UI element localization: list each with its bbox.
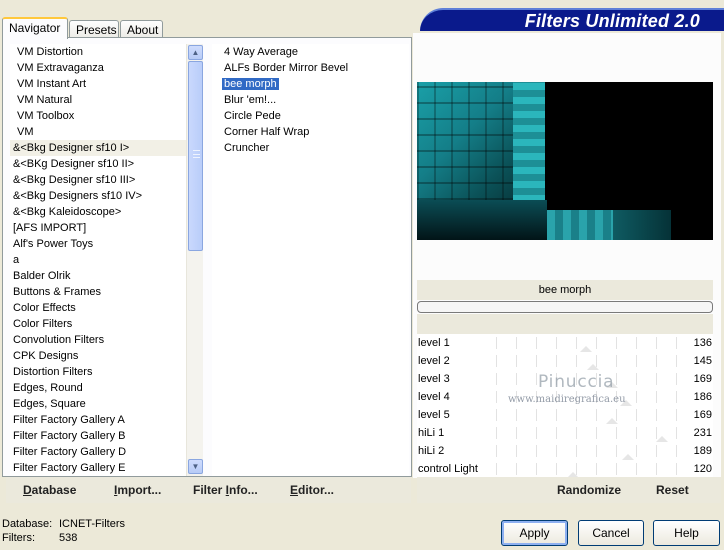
apply-button[interactable]: Apply	[501, 520, 568, 546]
category-item[interactable]: Edges, Square	[10, 396, 186, 412]
app-title: Filters Unlimited 2.0	[524, 11, 700, 31]
scroll-down-arrow-icon[interactable]: ▼	[188, 459, 203, 474]
slider-value: 189	[693, 445, 712, 457]
category-item[interactable]: CPK Designs	[10, 348, 186, 364]
filter-item[interactable]: bee morph	[212, 76, 409, 92]
category-item[interactable]: Filter Factory Gallery E	[10, 460, 186, 476]
category-item[interactable]: &<Bkg Designer sf10 I>	[10, 140, 186, 156]
category-item[interactable]: &<Bkg Designers sf10 IV>	[10, 188, 186, 204]
filter-list[interactable]: 4 Way Average ALFs Border Mirror Bevel bee…	[212, 44, 409, 476]
current-filter-name: bee morph	[417, 280, 713, 300]
database-button[interactable]: Database	[23, 483, 76, 497]
randomize-button[interactable]: Randomize	[557, 483, 621, 497]
category-item[interactable]: Filter Factory Gallery A	[10, 412, 186, 428]
slider-header	[417, 314, 713, 334]
editor-button[interactable]: Editor...	[290, 483, 334, 497]
tab-about[interactable]: About	[120, 20, 163, 38]
category-item[interactable]: VM Extravaganza	[10, 60, 186, 76]
scrollbar-thumb[interactable]	[188, 61, 203, 251]
slider-row: control Light 120	[417, 460, 713, 480]
parameter-sliders: level 1 136 level 2 145 level 3 169 level 4 186…	[417, 334, 713, 480]
category-item[interactable]: &<Bkg Designer sf10 III>	[10, 172, 186, 188]
watermark-name: Pinuccia	[538, 372, 615, 392]
progress-bar	[417, 301, 713, 313]
preview-image[interactable]	[417, 82, 713, 240]
filter-item[interactable]: ALFs Border Mirror Bevel	[212, 60, 409, 76]
category-item[interactable]: Convolution Filters	[10, 332, 186, 348]
slider-track[interactable]	[477, 337, 681, 354]
database-label: Database:	[2, 518, 53, 530]
slider-label: hiLi 1	[418, 427, 445, 439]
category-item[interactable]: Distortion Filters	[10, 364, 186, 380]
slider-value: 120	[693, 463, 712, 475]
category-item[interactable]: Filter Factory Gallery D	[10, 444, 186, 460]
category-item[interactable]: VM	[10, 124, 186, 140]
filters-count: 538	[59, 532, 78, 544]
filter-item[interactable]: Corner Half Wrap	[212, 124, 409, 140]
slider-track[interactable]	[477, 445, 681, 462]
category-item[interactable]: Buttons & Frames	[10, 284, 186, 300]
slider-value: 145	[693, 355, 712, 367]
category-item[interactable]: VM Instant Art	[10, 76, 186, 92]
category-item[interactable]: [AFS IMPORT]	[10, 220, 186, 236]
slider-track[interactable]	[477, 463, 681, 480]
filter-item[interactable]: Circle Pede	[212, 108, 409, 124]
slider-row: level 5 169	[417, 406, 713, 426]
filters-label: Filters:	[2, 532, 35, 544]
header-banner: Filters Unlimited 2.0	[420, 8, 724, 31]
slider-label: level 3	[418, 373, 450, 385]
filter-item[interactable]: Cruncher	[212, 140, 409, 156]
database-value: ICNET-Filters	[59, 518, 125, 530]
slider-label: level 5	[418, 409, 450, 421]
slider-track[interactable]	[477, 355, 681, 372]
tab-bar: Navigator Presets About	[0, 16, 410, 39]
slider-row: level 1 136	[417, 334, 713, 354]
category-item[interactable]: VM Distortion	[10, 44, 186, 60]
slider-label: hiLi 2	[418, 445, 445, 457]
category-item[interactable]: Color Effects	[10, 300, 186, 316]
slider-track[interactable]	[477, 409, 681, 426]
watermark-url: www.maidiregrafica.eu	[508, 394, 626, 405]
filter-item[interactable]: 4 Way Average	[212, 44, 409, 60]
navigator-button-bar: Database Import... Filter Info... Editor…	[6, 477, 411, 503]
scroll-up-arrow-icon[interactable]: ▲	[188, 45, 203, 60]
slider-label: level 1	[418, 337, 450, 349]
slider-row: level 2 145	[417, 352, 713, 372]
slider-row: hiLi 1 231	[417, 424, 713, 444]
category-item[interactable]: Color Filters	[10, 316, 186, 332]
category-scrollbar[interactable]: ▲ ▼	[186, 44, 203, 476]
filter-item[interactable]: Blur 'em!...	[212, 92, 409, 108]
category-item[interactable]: &<BKg Designer sf10 II>	[10, 156, 186, 172]
slider-value: 169	[693, 373, 712, 385]
cancel-button[interactable]: Cancel	[578, 520, 644, 546]
filter-info-button[interactable]: Filter Info...	[193, 483, 258, 497]
slider-track[interactable]	[477, 427, 681, 444]
slider-value: 136	[693, 337, 712, 349]
category-item[interactable]: Alf's Power Toys	[10, 236, 186, 252]
slider-row: hiLi 2 189	[417, 442, 713, 462]
category-item[interactable]: Edges, Round	[10, 380, 186, 396]
slider-value: 231	[693, 427, 712, 439]
slider-value: 169	[693, 409, 712, 421]
category-item[interactable]: a	[10, 252, 186, 268]
tab-presets[interactable]: Presets	[69, 20, 119, 38]
slider-label: level 2	[418, 355, 450, 367]
tab-navigator[interactable]: Navigator	[2, 17, 68, 39]
slider-value: 186	[693, 391, 712, 403]
status-info: Database: ICNET-Filters Filters: 538	[2, 517, 125, 545]
category-list[interactable]: VM Distortion VM Extravaganza VM Instant A…	[10, 44, 186, 476]
reset-button[interactable]: Reset	[656, 483, 689, 497]
slider-label: control Light	[418, 463, 478, 475]
category-item[interactable]: VM Natural	[10, 92, 186, 108]
help-button[interactable]: Help	[653, 520, 720, 546]
category-item[interactable]: Balder Olrik	[10, 268, 186, 284]
category-item[interactable]: VM Toolbox	[10, 108, 186, 124]
import-button[interactable]: Import...	[114, 483, 161, 497]
category-item[interactable]: &<Bkg Kaleidoscope>	[10, 204, 186, 220]
category-item[interactable]: Filter Factory Gallery B	[10, 428, 186, 444]
filter-button-bar: Randomize Reset	[417, 477, 721, 503]
slider-label: level 4	[418, 391, 450, 403]
